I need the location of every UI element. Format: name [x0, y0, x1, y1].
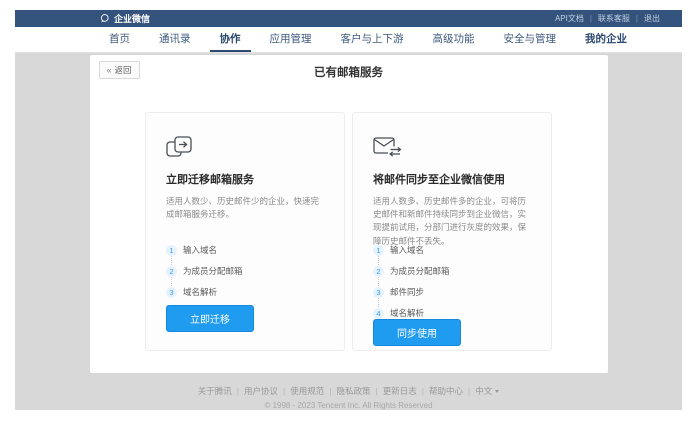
migrate-now-button[interactable]: 立即迁移 — [166, 305, 254, 332]
step-number-badge: 4 — [373, 308, 384, 319]
card-description: 适用人数少、历史邮件少的企业，快速完成邮箱服务迁移。 — [166, 195, 324, 235]
wecom-bubble-icon — [99, 13, 110, 24]
wecom-logo-text: 企业微信 — [114, 12, 150, 25]
back-button-label: 返回 — [115, 64, 132, 76]
caret-down-icon — [495, 390, 499, 393]
step-label: 域名解析 — [390, 307, 424, 319]
step-label: 域名解析 — [183, 286, 217, 298]
footer-links: 关于腾讯 用户协议 使用规范 隐私政策 更新日志 帮助中心 中文 — [198, 385, 499, 397]
step-connector — [171, 256, 324, 265]
topbar-links: API文档 联系客服 退出 — [555, 13, 660, 24]
steps-list: 1 输入域名 2 为成员分配邮箱 3 域名解析 — [166, 244, 324, 298]
step-item: 1 输入域名 — [166, 244, 324, 256]
step-number-badge: 2 — [373, 266, 384, 277]
page-title: 已有邮箱服务 — [90, 55, 608, 80]
wecom-logo[interactable]: 企业微信 — [99, 12, 150, 25]
usage-policy-link[interactable]: 使用规范 — [278, 385, 324, 397]
main-panel: « 返回 已有邮箱服务 — [90, 55, 608, 373]
topbar: 企业微信 API文档 联系客服 退出 — [15, 10, 682, 27]
step-number-badge: 2 — [166, 266, 177, 277]
step-label: 输入域名 — [390, 244, 424, 256]
step-label: 输入域名 — [183, 244, 217, 256]
migrate-card: 立即迁移邮箱服务 适用人数少、历史邮件少的企业，快速完成邮箱服务迁移。 1 输入… — [145, 112, 345, 351]
tab-security-management[interactable]: 安全与管理 — [494, 27, 567, 52]
step-connector — [378, 256, 531, 265]
step-number-badge: 3 — [373, 287, 384, 298]
main-nav: 首页 通讯录 协作 应用管理 客户与上下游 高级功能 安全与管理 我的企业 — [15, 27, 682, 53]
about-tencent-link[interactable]: 关于腾讯 — [198, 385, 232, 397]
language-selector[interactable]: 中文 — [463, 385, 499, 397]
tab-app-management[interactable]: 应用管理 — [260, 27, 322, 52]
mail-migrate-icon — [166, 135, 324, 159]
content-area: « 返回 已有邮箱服务 — [15, 53, 682, 410]
step-label: 邮件同步 — [390, 286, 424, 298]
user-agreement-link[interactable]: 用户协议 — [232, 385, 278, 397]
privacy-policy-link[interactable]: 隐私政策 — [324, 385, 370, 397]
step-item: 1 输入域名 — [373, 244, 531, 256]
mail-sync-icon — [373, 135, 531, 159]
step-connector — [171, 277, 324, 286]
step-item: 4 域名解析 — [373, 307, 531, 319]
language-label: 中文 — [475, 385, 492, 397]
logout-link[interactable]: 退出 — [630, 13, 660, 24]
site-footer: 关于腾讯 用户协议 使用规范 隐私政策 更新日志 帮助中心 中文 © 1998 … — [198, 385, 499, 410]
option-cards: 立即迁移邮箱服务 适用人数少、历史邮件少的企业，快速完成邮箱服务迁移。 1 输入… — [90, 112, 608, 351]
card-description: 适用人数多、历史邮件多的企业，可将历史邮件和新邮件持续同步到企业微信，实现提前试… — [373, 195, 531, 235]
help-center-link[interactable]: 帮助中心 — [417, 385, 463, 397]
step-label: 为成员分配邮箱 — [390, 265, 450, 277]
screenshot-root: 企业微信 API文档 联系客服 退出 首页 通讯录 协作 应用管理 客户与上下游… — [0, 0, 697, 421]
back-arrow-icon: « — [107, 66, 112, 75]
step-connector — [378, 277, 531, 286]
tab-customers-upstream[interactable]: 客户与上下游 — [331, 27, 414, 52]
sync-card: 将邮件同步至企业微信使用 适用人数多、历史邮件多的企业，可将历史邮件和新邮件持续… — [352, 112, 552, 351]
step-label: 为成员分配邮箱 — [183, 265, 243, 277]
steps-list: 1 输入域名 2 为成员分配邮箱 3 邮件同步 — [373, 244, 531, 319]
tab-advanced-features[interactable]: 高级功能 — [423, 27, 485, 52]
tab-contacts[interactable]: 通讯录 — [149, 27, 201, 52]
step-number-badge: 3 — [166, 287, 177, 298]
step-item: 2 为成员分配邮箱 — [166, 265, 324, 277]
step-number-badge: 1 — [166, 245, 177, 256]
sync-use-button[interactable]: 同步使用 — [373, 319, 461, 346]
card-title: 将邮件同步至企业微信使用 — [373, 171, 531, 187]
api-docs-link[interactable]: API文档 — [555, 13, 584, 24]
card-title: 立即迁移邮箱服务 — [166, 171, 324, 187]
admin-console-page: 企业微信 API文档 联系客服 退出 首页 通讯录 协作 应用管理 客户与上下游… — [15, 10, 682, 410]
step-connector — [378, 298, 531, 307]
tab-home[interactable]: 首页 — [99, 27, 140, 52]
back-button[interactable]: « 返回 — [99, 61, 140, 79]
step-item: 3 邮件同步 — [373, 286, 531, 298]
step-number-badge: 1 — [373, 245, 384, 256]
step-item: 2 为成员分配邮箱 — [373, 265, 531, 277]
tab-my-enterprise[interactable]: 我的企业 — [575, 27, 637, 52]
copyright-text: © 1998 - 2023 Tencent Inc. All Rights Re… — [198, 401, 499, 410]
changelog-link[interactable]: 更新日志 — [371, 385, 417, 397]
tab-collaboration[interactable]: 协作 — [210, 27, 251, 52]
contact-support-link[interactable]: 联系客服 — [584, 13, 630, 24]
step-item: 3 域名解析 — [166, 286, 324, 298]
